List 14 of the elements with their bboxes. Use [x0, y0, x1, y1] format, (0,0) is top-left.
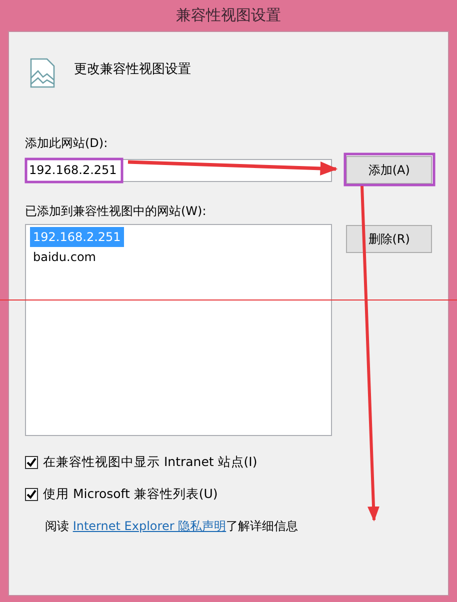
- checkbox-label: 使用 Microsoft 兼容性列表(U): [43, 484, 218, 503]
- window-title: 兼容性视图设置: [176, 5, 281, 26]
- document-picture-icon: [29, 58, 56, 88]
- list-item[interactable]: baidu.com: [30, 247, 99, 267]
- privacy-link[interactable]: Internet Explorer 隐私声明: [72, 518, 226, 532]
- checkbox[interactable]: [25, 456, 38, 469]
- field-label: 添加此网站(D):: [25, 135, 109, 152]
- remove-button[interactable]: 删除(R): [346, 225, 432, 253]
- privacy-text: 阅读 Internet Explorer 隐私声明了解详细信息: [45, 518, 300, 534]
- checkbox-label: 在兼容性视图中显示 Intranet 站点(I): [43, 453, 258, 471]
- list-label: 已添加到兼容性视图中的网站(W):: [25, 203, 208, 220]
- checkbox[interactable]: [25, 488, 38, 501]
- add-button[interactable]: 添加(A): [346, 156, 432, 184]
- dialog-heading: 更改兼容性视图设置: [74, 61, 191, 80]
